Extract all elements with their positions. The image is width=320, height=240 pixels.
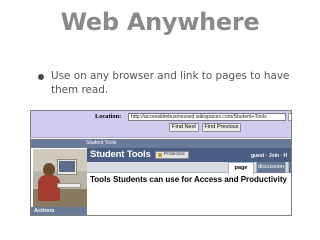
sidebar-actions-label[interactable]: Actions [34,208,55,214]
content-heading: Tools Students can use for Access and Pr… [90,175,287,184]
wiki-top-bar [31,139,291,148]
location-input[interactable]: http://accessiblebusinessed.wikispaces.c… [128,112,286,121]
tab-discussion[interactable]: discussion [256,162,286,173]
slide-title: Web Anywhere [60,8,260,36]
location-label: Location: [95,113,122,120]
bullet-item: Use on any browser and link to pages to … [38,69,308,97]
tab-page[interactable]: page [228,162,254,174]
webanywhere-screenshot: Location: http://accessiblebusinessed.wi… [30,110,292,216]
tab-history[interactable]: hist [288,162,291,173]
toolbar-scroll-handle[interactable] [288,113,291,121]
bullet-dot-icon [38,74,44,80]
wiki-top-link[interactable]: Student Tools [86,140,116,146]
find-previous-button[interactable]: Find Previous [202,123,241,132]
protected-label: Protected [164,152,185,157]
wiki-user-links[interactable]: guest · Join · H [251,153,287,159]
lock-icon [158,153,162,157]
wiki-page-title: Student Tools [90,149,151,160]
protected-badge: Protected [155,151,189,159]
bullet-text: Use on any browser and link to pages to … [51,70,290,96]
find-next-button[interactable]: Find Next [169,123,199,132]
student-photo [33,149,87,207]
